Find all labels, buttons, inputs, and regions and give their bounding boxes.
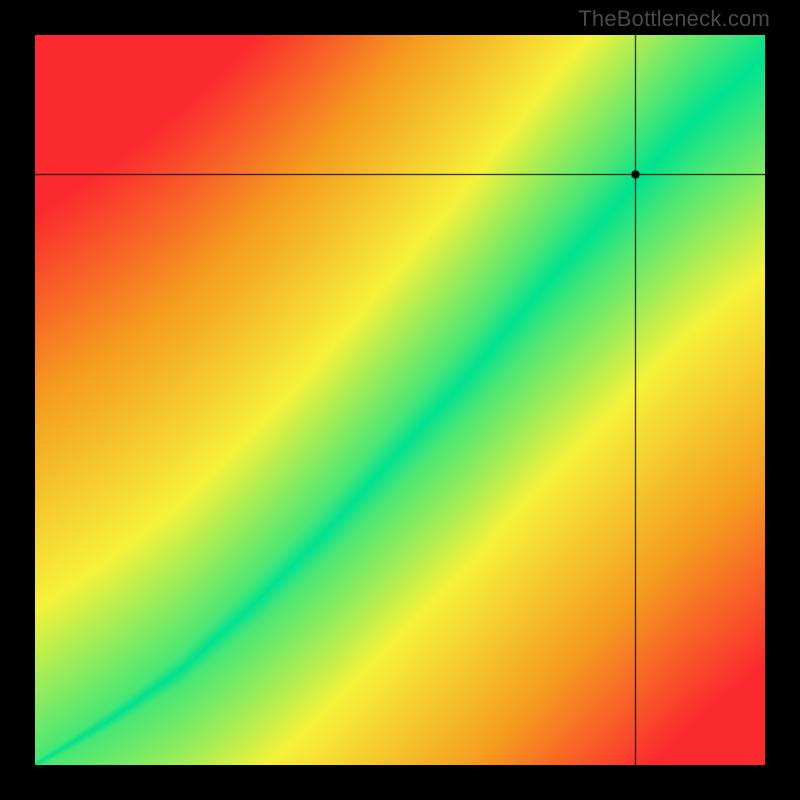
watermark-text: TheBottleneck.com	[578, 6, 770, 32]
outer-frame: TheBottleneck.com	[0, 0, 800, 800]
heatmap-plot	[35, 35, 765, 765]
crosshair-overlay	[35, 35, 765, 765]
